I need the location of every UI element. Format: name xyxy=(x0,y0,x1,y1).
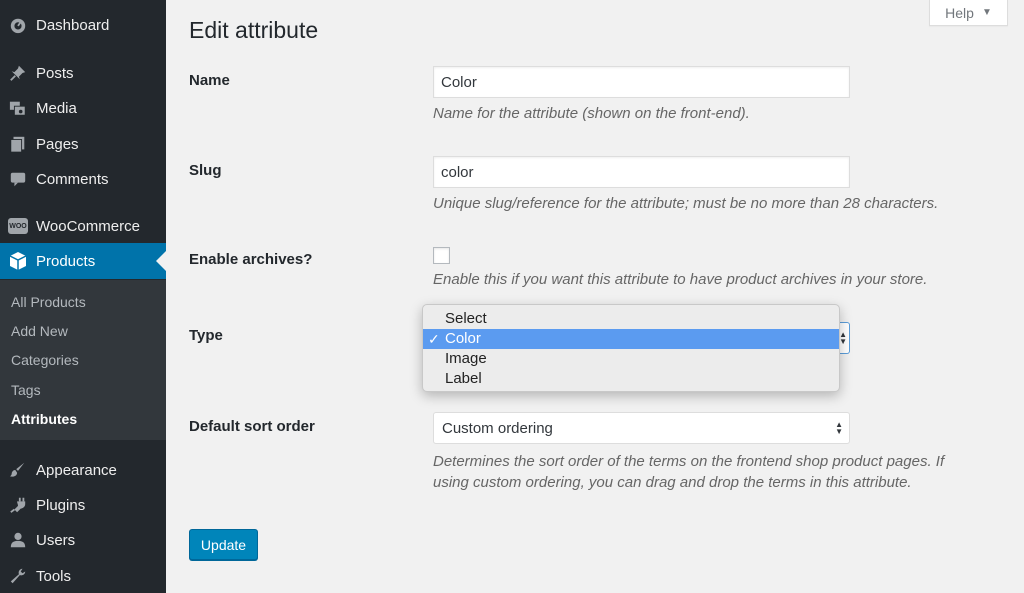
submenu-attributes[interactable]: Attributes xyxy=(11,411,77,427)
comment-icon xyxy=(0,161,36,197)
type-label: Type xyxy=(189,327,223,344)
plugin-icon xyxy=(0,487,36,523)
slug-input[interactable] xyxy=(433,156,850,188)
menu-item-products[interactable]: Products xyxy=(0,243,166,279)
help-label: Help xyxy=(945,4,974,21)
brush-icon xyxy=(0,452,36,488)
page-title: Edit attribute xyxy=(189,17,319,43)
name-description: Name for the attribute (shown on the fro… xyxy=(433,105,750,122)
sort-order-label: Default sort order xyxy=(189,418,315,435)
menu-item-label: Pages xyxy=(36,135,79,153)
admin-sidebar: Dashboard Posts Media Pages Comments WOO… xyxy=(0,0,166,593)
pages-icon xyxy=(0,126,36,162)
archives-label: Enable archives? xyxy=(189,251,313,268)
menu-item-label: Tools xyxy=(36,567,72,585)
select-arrows-icon: ▲ ▼ xyxy=(835,420,843,436)
menu-item-plugins[interactable]: Plugins xyxy=(0,487,166,523)
submenu-categories[interactable]: Categories xyxy=(11,352,79,368)
type-option-image[interactable]: Image xyxy=(423,349,839,369)
media-icon xyxy=(0,90,36,126)
update-button[interactable]: Update xyxy=(189,529,258,560)
menu-item-label: Users xyxy=(36,531,76,549)
dashboard-icon xyxy=(0,7,36,43)
menu-item-woocommerce[interactable]: WOO WooCommerce xyxy=(0,208,166,244)
sort-order-description-line2: using custom ordering, you can drag and … xyxy=(433,474,912,491)
archives-description: Enable this if you want this attribute t… xyxy=(433,271,928,288)
type-option-color[interactable]: ✓ Color xyxy=(423,329,839,349)
users-icon xyxy=(0,522,36,558)
enable-archives-checkbox[interactable] xyxy=(433,247,450,264)
slug-description: Unique slug/reference for the attribute;… xyxy=(433,195,939,212)
menu-item-label: Plugins xyxy=(36,496,86,514)
menu-item-tools[interactable]: Tools xyxy=(0,558,166,593)
menu-item-appearance[interactable]: Appearance xyxy=(0,452,166,488)
name-label: Name xyxy=(189,72,230,89)
submenu-all-products[interactable]: All Products xyxy=(11,294,86,310)
submenu-add-new[interactable]: Add New xyxy=(11,323,68,339)
current-menu-arrow xyxy=(156,251,166,271)
checkmark-icon: ✓ xyxy=(428,331,440,347)
menu-item-comments[interactable]: Comments xyxy=(0,161,166,197)
type-dropdown-menu: Select ✓ Color Image Label xyxy=(422,304,840,392)
name-input[interactable] xyxy=(433,66,850,98)
menu-item-label: Posts xyxy=(36,64,74,82)
menu-item-label: Products xyxy=(36,252,96,270)
menu-item-users[interactable]: Users xyxy=(0,522,166,558)
sort-order-value: Custom ordering xyxy=(442,419,553,437)
menu-item-media[interactable]: Media xyxy=(0,90,166,126)
woocommerce-icon: WOO xyxy=(0,208,36,244)
pin-icon xyxy=(0,55,36,91)
select-arrows-icon: ▲ ▼ xyxy=(839,330,847,346)
type-option-select[interactable]: Select xyxy=(423,309,839,329)
slug-label: Slug xyxy=(189,162,222,179)
menu-item-label: Appearance xyxy=(36,461,117,479)
type-option-label[interactable]: Label xyxy=(423,369,839,389)
submenu-tags[interactable]: Tags xyxy=(11,382,41,398)
menu-item-label: Comments xyxy=(36,170,109,188)
help-tab-button[interactable]: Help ▼ xyxy=(929,0,1008,26)
sort-order-select[interactable]: Custom ordering ▲ ▼ xyxy=(433,412,850,444)
products-submenu: All Products Add New Categories Tags Att… xyxy=(0,280,166,440)
menu-item-label: Media xyxy=(36,99,77,117)
menu-item-posts[interactable]: Posts xyxy=(0,55,166,91)
menu-item-dashboard[interactable]: Dashboard xyxy=(0,7,166,43)
menu-item-pages[interactable]: Pages xyxy=(0,126,166,162)
menu-item-label: Dashboard xyxy=(36,16,110,34)
sort-order-description-line1: Determines the sort order of the terms o… xyxy=(433,453,945,470)
products-icon xyxy=(0,243,36,279)
menu-item-label: WooCommerce xyxy=(36,217,140,235)
caret-down-icon: ▼ xyxy=(981,7,992,18)
wrench-icon xyxy=(0,558,36,593)
